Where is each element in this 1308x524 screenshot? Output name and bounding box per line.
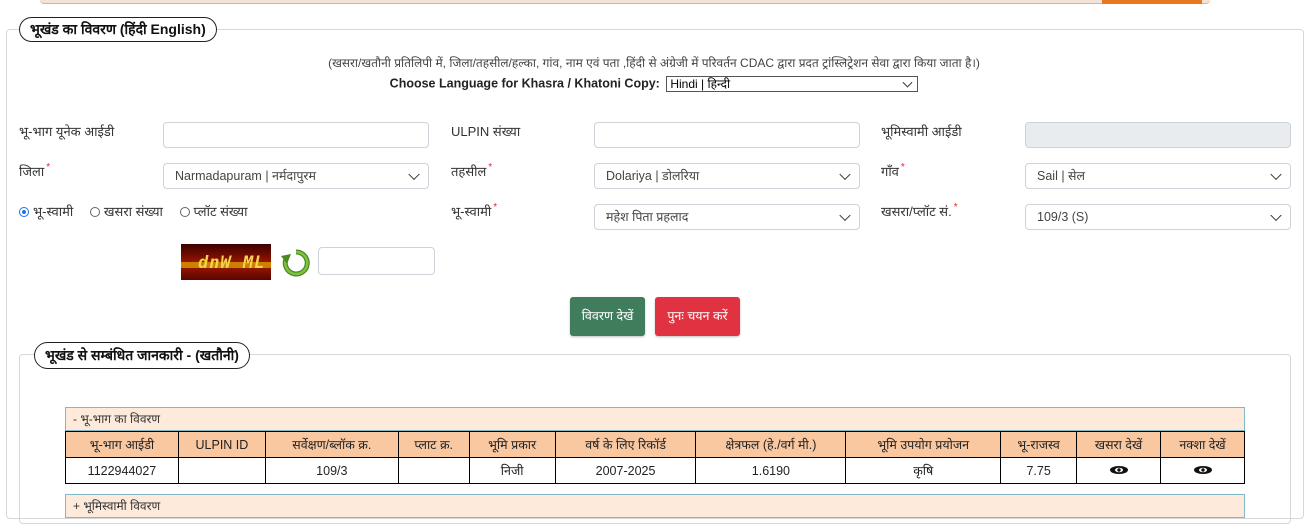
column-header: प्लाट क्र. bbox=[397, 431, 470, 458]
tehsil-label: तहसील * bbox=[451, 162, 492, 180]
cell-view-map bbox=[1160, 457, 1245, 484]
ulpin-input[interactable] bbox=[594, 122, 860, 148]
unique-id-input[interactable] bbox=[163, 122, 429, 148]
cell-land-use: कृषि bbox=[845, 457, 1002, 484]
chevron-down-icon bbox=[1270, 168, 1282, 181]
village-label: गाँव * bbox=[881, 162, 905, 180]
column-header: सर्वेक्षण/ब्लॉक क्र. bbox=[264, 431, 399, 458]
owner-id-input bbox=[1025, 122, 1291, 148]
column-header: वर्ष के लिए रिकॉर्ड bbox=[554, 431, 697, 458]
column-header: भूमि उपयोग प्रयोजन bbox=[845, 431, 1002, 458]
required-mark: * bbox=[46, 162, 51, 173]
required-mark: * bbox=[493, 202, 498, 213]
district-select[interactable]: Narmadapuram | नर्मदापुरम bbox=[163, 163, 429, 189]
land-details-table: भू-भाग आईडी ULPIN ID सर्वेक्षण/ब्लॉक क्र… bbox=[65, 431, 1245, 484]
column-header: भू-राजस्व bbox=[1000, 431, 1078, 458]
captcha-text: dnW ML bbox=[198, 253, 266, 273]
owner-select[interactable]: महेश पिता प्रहलाद bbox=[594, 204, 860, 230]
village-select-value: Sail | सेल bbox=[1037, 169, 1085, 183]
panel-title: भूखंड का विवरण (हिंदी English) bbox=[19, 17, 217, 42]
refresh-captcha-icon[interactable] bbox=[280, 247, 312, 279]
owner-select-value: महेश पिता प्रहलाद bbox=[606, 210, 689, 224]
column-header: खसरा देखें bbox=[1076, 431, 1162, 458]
transliteration-notice: (खसरा/खतौनी प्रतिलिपी में, जिला/तहसील/हल… bbox=[328, 56, 980, 70]
eye-icon[interactable] bbox=[1193, 465, 1213, 475]
chevron-down-icon bbox=[408, 168, 420, 181]
cell-area: 1.6190 bbox=[695, 457, 847, 484]
owner-id-label: भूमिस्वामी आईडी bbox=[881, 124, 962, 139]
ulpin-label: ULPIN संख्या bbox=[451, 124, 521, 139]
owner-label-text: भू-स्वामी bbox=[451, 204, 492, 219]
village-label-text: गाँव bbox=[881, 164, 899, 179]
radio-owner[interactable]: भू-स्वामी bbox=[19, 202, 73, 220]
tehsil-select[interactable]: Dolariya | डोलरिया bbox=[594, 163, 860, 189]
radio-plot[interactable]: प्लॉट संख्या bbox=[179, 202, 248, 220]
khasra-select-value: 109/3 (S) bbox=[1037, 210, 1089, 224]
chevron-down-icon bbox=[902, 77, 913, 88]
cell-ulpin bbox=[177, 457, 266, 484]
search-by-radio-group: भू-स्वामी खसरा संख्या प्लॉट संख्या bbox=[19, 202, 260, 220]
cell-land-id: 1122944027 bbox=[65, 457, 179, 484]
table-header-row: भू-भाग आईडी ULPIN ID सर्वेक्षण/ब्लॉक क्र… bbox=[65, 431, 1245, 458]
language-row: Choose Language for Khasra / Khatoni Cop… bbox=[0, 76, 1308, 92]
view-details-button[interactable]: विवरण देखें bbox=[570, 297, 645, 336]
reset-selection-button[interactable]: पुनः चयन करें bbox=[655, 297, 740, 336]
column-header: नक्शा देखें bbox=[1160, 431, 1245, 458]
district-select-value: Narmadapuram | नर्मदापुरम bbox=[175, 169, 317, 183]
chevron-down-icon bbox=[839, 209, 851, 222]
eye-icon[interactable] bbox=[1109, 465, 1129, 475]
owner-section-header[interactable]: + भूमिस्वामी विवरण bbox=[65, 494, 1245, 518]
cell-survey: 109/3 bbox=[264, 457, 399, 484]
radio-khasra-label: खसरा संख्या bbox=[103, 204, 163, 219]
active-tab-accent bbox=[1102, 0, 1202, 4]
top-nav-strip bbox=[40, 0, 1210, 4]
owner-label: भू-स्वामी * bbox=[451, 202, 497, 220]
radio-checked-icon bbox=[19, 207, 29, 217]
column-header: ULPIN ID bbox=[177, 431, 266, 458]
language-label: Choose Language for Khasra / Khatoni Cop… bbox=[389, 76, 660, 91]
village-select[interactable]: Sail | सेल bbox=[1025, 163, 1291, 189]
radio-unchecked-icon bbox=[89, 207, 100, 217]
land-section-header[interactable]: - भू-भाग का विवरण bbox=[65, 407, 1245, 431]
required-mark: * bbox=[900, 162, 905, 173]
tehsil-select-value: Dolariya | डोलरिया bbox=[606, 169, 700, 183]
captcha-input[interactable] bbox=[318, 247, 435, 275]
language-select-value: Hindi | हिन्दी bbox=[670, 77, 731, 91]
chevron-down-icon bbox=[1270, 209, 1282, 222]
cell-revenue: 7.75 bbox=[1000, 457, 1078, 484]
chevron-down-icon bbox=[839, 168, 851, 181]
table-row: 1122944027 109/3 निजी 2007-2025 1.6190 क… bbox=[65, 457, 1245, 484]
required-mark: * bbox=[488, 162, 493, 173]
tehsil-label-text: तहसील bbox=[451, 164, 487, 179]
column-header: क्षेत्रफल (हे./वर्ग मी.) bbox=[695, 431, 847, 458]
cell-land-type: निजी bbox=[468, 457, 556, 484]
khasra-label-text: खसरा/प्लॉट सं. bbox=[881, 204, 952, 219]
results-title: भूखंड से सम्बंधित जानकारी - (खतौनी) bbox=[34, 342, 250, 369]
required-mark: * bbox=[953, 202, 958, 213]
district-label-text: जिला bbox=[19, 164, 45, 179]
radio-khasra[interactable]: खसरा संख्या bbox=[89, 202, 163, 220]
cell-view-khasra bbox=[1076, 457, 1162, 484]
column-header: भू-भाग आईडी bbox=[65, 431, 179, 458]
column-header: भूमि प्रकार bbox=[468, 431, 556, 458]
district-label: जिला * bbox=[19, 162, 50, 180]
khasra-label: खसरा/प्लॉट सं. * bbox=[881, 202, 958, 220]
unique-id-label: भू-भाग यूनेक आईडी bbox=[19, 124, 115, 139]
radio-unchecked-icon bbox=[179, 207, 190, 217]
khasra-select[interactable]: 109/3 (S) bbox=[1025, 204, 1291, 230]
language-select[interactable]: Hindi | हिन्दी bbox=[666, 76, 919, 92]
captcha-image: dnW ML bbox=[181, 244, 271, 280]
radio-owner-label: भू-स्वामी bbox=[33, 204, 74, 219]
cell-year: 2007-2025 bbox=[554, 457, 697, 484]
cell-plot bbox=[397, 457, 470, 484]
radio-plot-label: प्लॉट संख्या bbox=[193, 204, 248, 219]
